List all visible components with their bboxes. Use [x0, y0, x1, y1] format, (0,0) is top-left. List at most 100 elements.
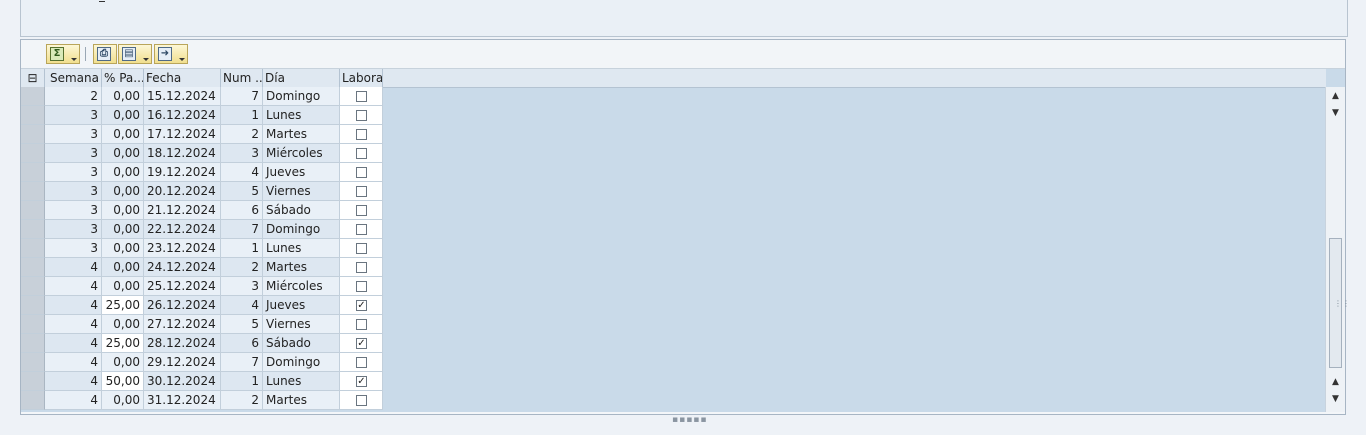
table-row[interactable]: 4 25,00 26.12.2024 4 Jueves ✓ — [21, 296, 383, 315]
cell-num: 1 — [221, 106, 263, 125]
cell-semana: 4 — [45, 258, 102, 277]
row-selector[interactable] — [21, 106, 45, 125]
row-selector[interactable] — [21, 372, 45, 391]
cell-dia: Lunes — [263, 372, 340, 391]
scroll-down-icon[interactable]: ▼ — [1328, 106, 1343, 121]
views-button[interactable]: ▤ — [118, 44, 152, 64]
laboral-checkbox[interactable] — [356, 395, 367, 406]
cell-pct[interactable]: 0,00 — [102, 391, 144, 410]
resize-grip-icon[interactable]: ▪▪▪▪▪ — [672, 415, 708, 425]
grid-header: ⊟ Semana % Pa... Fecha Num ... Día Labor… — [21, 69, 1326, 88]
table-row[interactable]: 3 0,00 20.12.2024 5 Viernes — [21, 182, 383, 201]
table-row[interactable]: 3 0,00 21.12.2024 6 Sábado — [21, 201, 383, 220]
cell-pct[interactable]: 0,00 — [102, 106, 144, 125]
row-selector[interactable] — [21, 353, 45, 372]
row-selector[interactable] — [21, 125, 45, 144]
row-selector[interactable] — [21, 201, 45, 220]
row-selector[interactable] — [21, 144, 45, 163]
row-selector[interactable] — [21, 277, 45, 296]
table-row[interactable]: 3 0,00 18.12.2024 3 Miércoles — [21, 144, 383, 163]
table-row[interactable]: 3 0,00 16.12.2024 1 Lunes — [21, 106, 383, 125]
row-selector[interactable] — [21, 258, 45, 277]
cell-pct[interactable]: 0,00 — [102, 258, 144, 277]
row-selector[interactable] — [21, 163, 45, 182]
sum-button[interactable]: Σ — [46, 44, 80, 64]
cell-pct[interactable]: 0,00 — [102, 87, 144, 106]
cell-pct[interactable]: 0,00 — [102, 201, 144, 220]
row-selector[interactable] — [21, 315, 45, 334]
column-header-laboral[interactable]: Laboral — [340, 69, 383, 87]
row-selector[interactable] — [21, 334, 45, 353]
column-header-fecha[interactable]: Fecha — [144, 69, 221, 87]
scrollbar-thumb[interactable]: ⋮⋮ — [1329, 238, 1350, 368]
row-selector[interactable] — [21, 220, 45, 239]
cell-laboral — [340, 258, 383, 277]
table-row[interactable]: 4 0,00 25.12.2024 3 Miércoles — [21, 277, 383, 296]
row-selector[interactable] — [21, 239, 45, 258]
row-selector[interactable] — [21, 391, 45, 410]
table-row[interactable]: 4 25,00 28.12.2024 6 Sábado ✓ — [21, 334, 383, 353]
cell-pct[interactable]: 0,00 — [102, 125, 144, 144]
laboral-checkbox[interactable] — [356, 281, 367, 292]
row-selector[interactable] — [21, 182, 45, 201]
select-all-icon[interactable]: ⊟ — [21, 69, 45, 87]
cell-pct[interactable]: 0,00 — [102, 144, 144, 163]
column-header-pct[interactable]: % Pa... — [102, 69, 144, 87]
table-row[interactable]: 2 0,00 15.12.2024 7 Domingo — [21, 87, 383, 106]
table-row[interactable]: 4 0,00 24.12.2024 2 Martes — [21, 258, 383, 277]
column-header-num[interactable]: Num ... — [221, 69, 263, 87]
table-row[interactable]: 4 0,00 29.12.2024 7 Domingo — [21, 353, 383, 372]
laboral-checkbox[interactable] — [356, 167, 367, 178]
cell-pct[interactable]: 0,00 — [102, 220, 144, 239]
laboral-checkbox[interactable] — [356, 129, 367, 140]
scroll-up-icon[interactable]: ▲ — [1328, 89, 1343, 104]
cell-pct[interactable]: 25,00 — [102, 296, 144, 315]
table-row[interactable]: 3 0,00 22.12.2024 7 Domingo — [21, 220, 383, 239]
cell-pct[interactable]: 0,00 — [102, 353, 144, 372]
laboral-checkbox[interactable] — [356, 262, 367, 273]
laboral-checkbox[interactable] — [356, 110, 367, 121]
cell-pct[interactable]: 0,00 — [102, 277, 144, 296]
row-selector[interactable] — [21, 87, 45, 106]
cell-fecha: 31.12.2024 — [144, 391, 221, 410]
laboral-checkbox[interactable] — [356, 186, 367, 197]
table-row[interactable]: 4 50,00 30.12.2024 1 Lunes ✓ — [21, 372, 383, 391]
cell-num: 2 — [221, 125, 263, 144]
laboral-checkbox[interactable] — [356, 148, 367, 159]
column-header-semana[interactable]: Semana — [45, 69, 102, 87]
table-row[interactable]: 3 0,00 23.12.2024 1 Lunes — [21, 239, 383, 258]
table-row[interactable]: 3 0,00 17.12.2024 2 Martes — [21, 125, 383, 144]
column-header-dia[interactable]: Día — [263, 69, 340, 87]
cell-laboral — [340, 353, 383, 372]
laboral-checkbox[interactable]: ✓ — [356, 300, 367, 311]
cell-pct[interactable]: 0,00 — [102, 163, 144, 182]
vertical-scrollbar[interactable]: ▲ ▼ ⋮⋮ ▲ ▼ — [1325, 87, 1350, 412]
cell-pct[interactable]: 0,00 — [102, 182, 144, 201]
chevron-down-icon — [143, 58, 149, 61]
row-selector[interactable] — [21, 296, 45, 315]
scroll-page-up-icon[interactable]: ▲ — [1328, 375, 1343, 390]
table-row[interactable]: 3 0,00 19.12.2024 4 Jueves — [21, 163, 383, 182]
cell-pct[interactable]: 50,00 — [102, 372, 144, 391]
cell-pct[interactable]: 0,00 — [102, 315, 144, 334]
laboral-checkbox[interactable] — [356, 224, 367, 235]
export-button[interactable]: ➜ — [154, 44, 188, 64]
laboral-checkbox[interactable] — [356, 205, 367, 216]
scroll-page-down-icon[interactable]: ▼ — [1328, 392, 1343, 407]
cell-semana: 4 — [45, 334, 102, 353]
laboral-checkbox[interactable] — [356, 319, 367, 330]
laboral-checkbox[interactable]: ✓ — [356, 338, 367, 349]
laboral-checkbox[interactable]: ✓ — [356, 376, 367, 387]
print-button[interactable]: ⎙ — [93, 44, 117, 64]
laboral-checkbox[interactable] — [356, 357, 367, 368]
table-row[interactable]: 4 0,00 31.12.2024 2 Martes — [21, 391, 383, 410]
table-row[interactable]: 4 0,00 27.12.2024 5 Viernes — [21, 315, 383, 334]
cell-pct[interactable]: 0,00 — [102, 239, 144, 258]
cell-semana: 4 — [45, 277, 102, 296]
laboral-checkbox[interactable] — [356, 91, 367, 102]
laboral-checkbox[interactable] — [356, 243, 367, 254]
chevron-down-icon — [71, 58, 77, 61]
cell-laboral: ✓ — [340, 372, 383, 391]
cell-laboral — [340, 239, 383, 258]
cell-pct[interactable]: 25,00 — [102, 334, 144, 353]
